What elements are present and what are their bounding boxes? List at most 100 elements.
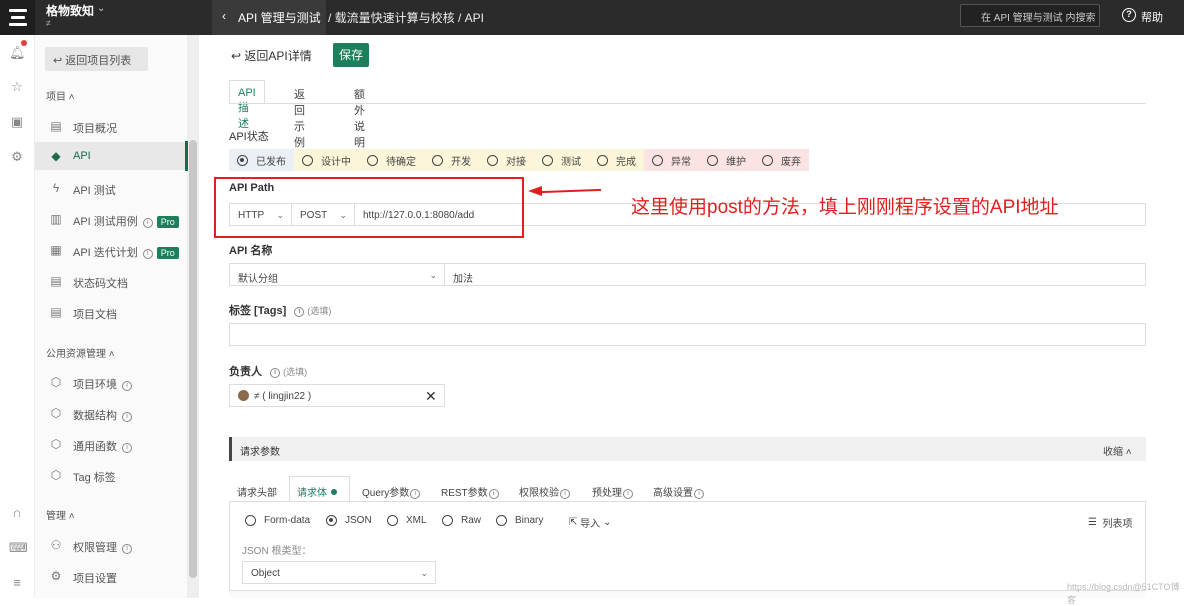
back-icon[interactable]: ‹ <box>222 9 226 23</box>
back-label: 返回API详情 <box>244 49 312 63</box>
request-params-header[interactable] <box>229 437 1146 461</box>
sidebar-item-api[interactable]: ◆ API <box>35 142 187 170</box>
nav-section-public[interactable]: 公用资源管理 ˄ <box>46 345 115 360</box>
radio-label: Raw <box>461 515 482 526</box>
json-root-value: Object <box>251 568 280 579</box>
body-type-json[interactable]: JSON <box>326 515 372 526</box>
info-icon[interactable]: i <box>294 307 305 317</box>
sidebar-item-iteration-plan[interactable]: ▦ API 迭代计划 i Pro <box>35 236 187 264</box>
pro-badge: Pro <box>156 216 179 228</box>
nav-section-project[interactable]: 项目 ˄ <box>46 88 75 103</box>
tags-label: 标签 [Tags] i (选填) <box>229 302 331 318</box>
keyboard-icon[interactable]: ⌨ <box>9 540 28 556</box>
app-name[interactable]: 格物致知 <box>46 2 94 19</box>
tab-label: 预处理 <box>592 488 622 499</box>
list-view-toggle[interactable]: ☰ 列表项 <box>1088 515 1133 530</box>
body-type-raw[interactable]: Raw <box>442 515 481 526</box>
pro-badge: Pro <box>156 247 179 259</box>
tab-preprocess[interactable]: 预处理 i <box>592 484 633 499</box>
sidebar-item-label: 状态码文档 <box>73 278 128 290</box>
sidebar-item-permissions[interactable]: ⚇ 权限管理 i <box>35 531 187 559</box>
info-icon[interactable]: i <box>122 443 132 453</box>
info-icon[interactable]: i <box>142 249 153 259</box>
sidebar-item-status-code[interactable]: ▤ 状态码文档 <box>35 267 187 295</box>
api-status-selector: 已发布 设计中 待确定 开发 对接 测试 完成 异常 维护 废弃 <box>229 149 809 171</box>
tags-input[interactable] <box>229 323 1146 346</box>
status-developing[interactable]: 开发 <box>424 149 479 171</box>
owner-label-text: 负责人 <box>229 366 262 378</box>
tab-query-params[interactable]: Query参数 i <box>362 484 421 499</box>
info-icon[interactable]: i <box>142 218 153 228</box>
help-link[interactable]: 帮助 <box>1141 9 1163 25</box>
sidebar-item-data-structure[interactable]: ⬡ 数据结构 i <box>35 399 187 427</box>
tab-advanced[interactable]: 高级设置 i <box>653 484 704 499</box>
tab-api-description[interactable]: API描述 <box>229 80 265 130</box>
sidebar-item-label: API 迭代计划 <box>73 247 138 259</box>
tab-request-body[interactable]: 请求体 <box>297 484 337 499</box>
info-icon[interactable]: i <box>122 412 132 422</box>
status-published[interactable]: 已发布 <box>229 149 294 171</box>
notification-dot <box>21 40 27 46</box>
body-type-xml[interactable]: XML <box>387 515 427 526</box>
sidebar-scrollbar-thumb[interactable] <box>189 140 197 578</box>
sidebar-item-label: 项目设置 <box>73 573 117 585</box>
sidebar-item-test-case[interactable]: ▥ API 测试用例 i Pro <box>35 205 187 233</box>
import-button[interactable]: ⇱ 导入 ⌄ <box>569 515 611 530</box>
tab-response-example[interactable]: 返回示例 <box>286 80 313 149</box>
inbox-icon[interactable]: ▣ <box>9 114 25 130</box>
api-status-label: API状态 <box>229 131 269 143</box>
status-error[interactable]: 异常 <box>644 149 699 171</box>
sidebar-item-tags[interactable]: ⬡ Tag 标签 <box>35 461 187 489</box>
nav-section-manage[interactable]: 管理 ˄ <box>46 507 75 522</box>
sidebar-item-env[interactable]: ⬡ 项目环境 i <box>35 368 187 396</box>
settings-icon[interactable]: ⚙ <box>9 149 25 165</box>
info-icon[interactable]: i <box>270 368 281 378</box>
info-icon[interactable]: i <box>122 381 132 391</box>
save-button[interactable]: 保存 <box>333 43 369 67</box>
menu-icon[interactable] <box>0 0 35 35</box>
radio-label: JSON <box>345 515 372 526</box>
tab-rest-params[interactable]: REST参数 i <box>441 484 499 499</box>
sidebar-item-api-test[interactable]: ϟ API 测试 <box>35 174 187 202</box>
group-select[interactable]: 默认分组 ⌄ <box>229 263 445 286</box>
help-icon[interactable]: ? <box>1122 8 1136 22</box>
body-type-form-data[interactable]: Form-data <box>245 515 310 526</box>
star-icon[interactable]: ☆ <box>9 79 25 95</box>
status-testing[interactable]: 测试 <box>534 149 589 171</box>
status-integrating[interactable]: 对接 <box>479 149 534 171</box>
sidebar-item-settings[interactable]: ⚙ 项目设置 <box>35 562 187 590</box>
api-name-label: API 名称 <box>229 245 273 257</box>
headset-icon[interactable]: ∩ <box>9 505 25 521</box>
list-view-label: 列表项 <box>1102 519 1133 530</box>
radio-icon <box>387 515 398 526</box>
list-icon[interactable]: ≡ <box>9 575 25 591</box>
back-to-api-detail-button[interactable]: ↩ 返回API详情 <box>231 47 312 64</box>
tab-extra-notes[interactable]: 额外说明 <box>346 80 373 149</box>
status-designing[interactable]: 设计中 <box>294 149 359 171</box>
sidebar-item-project-doc[interactable]: ▤ 项目文档 <box>35 298 187 326</box>
body-type-binary[interactable]: Binary <box>496 515 543 526</box>
status-pending[interactable]: 待确定 <box>359 149 424 171</box>
info-icon: i <box>410 489 421 499</box>
chevron-down-icon[interactable]: ⌄ <box>97 3 105 14</box>
tab-auth-check[interactable]: 权限校验 i <box>519 484 570 499</box>
status-maintenance[interactable]: 维护 <box>699 149 754 171</box>
sidebar-item-functions[interactable]: ⬡ 通用函数 i <box>35 430 187 458</box>
status-deprecated[interactable]: 废弃 <box>754 149 809 171</box>
owner-input[interactable]: ≠ ( lingjin22 ) <box>229 384 445 407</box>
collapse-button[interactable]: 收缩 ˄ <box>1103 443 1132 458</box>
cube-icon: ⬡ <box>50 468 62 482</box>
tab-request-headers[interactable]: 请求头部 <box>237 484 277 499</box>
api-name-input[interactable]: 加法 <box>444 263 1146 286</box>
info-icon[interactable]: i <box>122 544 132 554</box>
search-input[interactable]: 在 API 管理与测试 内搜索 <box>960 4 1100 27</box>
section-title[interactable]: API 管理与测试 <box>238 9 321 26</box>
back-to-projects-button[interactable]: ↩ 返回项目列表 <box>45 47 148 71</box>
bell-icon[interactable]: 🔔︎ <box>9 45 26 61</box>
sidebar-item-overview[interactable]: ▤ 项目概况 <box>35 112 187 140</box>
close-icon[interactable]: ✕ <box>425 388 437 405</box>
avatar <box>238 390 249 401</box>
json-root-select[interactable]: Object ⌄ <box>242 561 436 584</box>
owner-hint: (选填) <box>283 367 308 377</box>
status-done[interactable]: 完成 <box>589 149 644 171</box>
